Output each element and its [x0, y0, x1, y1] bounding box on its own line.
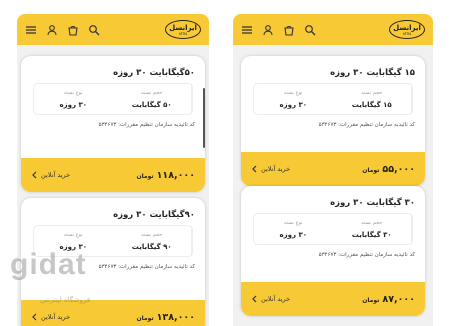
package-title: ۳۰ گیگابایت ۳۰ روزه — [330, 198, 415, 208]
package-volume-value: ۳۰ گیگابایت — [351, 230, 392, 239]
user-icon[interactable] — [262, 24, 274, 36]
irancell-logo[interactable]: ایرانسل MTN — [389, 20, 425, 39]
package-price: ۸۷,۰۰۰ تومان — [362, 294, 415, 305]
package-type-header: نوع بسته — [63, 231, 83, 238]
logo-text: ایرانسل — [169, 23, 197, 32]
card-footer: خرید آنلاین ۸۷,۰۰۰ تومان — [241, 282, 425, 316]
irancell-logo[interactable]: ایرانسل MTN — [165, 20, 201, 39]
card-footer: خرید آنلاین ۵۵,۰۰۰ تومان — [241, 152, 425, 186]
package-volume-header: حجم بسته — [361, 89, 383, 96]
package-type-value: ۳۰ روزه — [279, 100, 308, 109]
regulator-code: کد تائیدیه سازمان تنظیم مقررات: ۵۳۴۶۷۳ — [318, 252, 415, 258]
chevron-left-icon — [32, 171, 37, 179]
watermark-brand: gidat — [10, 248, 87, 281]
buy-online-button[interactable]: خرید آنلاین — [31, 171, 70, 179]
regulator-code: کد تائیدیه سازمان تنظیم مقررات: ۵۳۴۶۷۳ — [318, 122, 415, 128]
price-value: ۵۵,۰۰۰ — [382, 163, 415, 175]
price-unit: تومان — [136, 172, 154, 180]
price-value: ۸۷,۰۰۰ — [382, 293, 415, 305]
package-volume-value: ۵۰ گیگابایت — [131, 100, 172, 109]
scrollbar[interactable] — [203, 88, 205, 148]
basket-icon[interactable] — [283, 24, 295, 36]
right-phone-screen: ایرانسل MTN ۱۵ گیگابایت ۳۰ روزه نوع بسته… — [233, 14, 433, 326]
price-value: ۱۳۸,۰۰۰ — [156, 311, 195, 323]
watermark-tagline: فروشگاه اینترنتی — [40, 296, 91, 304]
topbar: ایرانسل MTN — [233, 14, 433, 45]
package-details: نوع بسته ۳۰ روزه حجم بسته ۵۰ گیگابایت — [33, 83, 193, 115]
chevron-left-icon — [32, 313, 37, 321]
search-icon[interactable] — [304, 24, 316, 36]
package-title: ۹۰گیگابایت ۳۰ روزه — [113, 210, 195, 220]
package-volume-header: حجم بسته — [141, 89, 163, 96]
regulator-code: کد تائیدیه سازمان تنظیم مقررات: ۵۳۴۶۷۳ — [98, 122, 195, 128]
menu-icon[interactable] — [241, 24, 253, 36]
menu-icon[interactable] — [25, 24, 37, 36]
package-title: ۵۰گیگابایت ۳۰ روزه — [113, 68, 195, 78]
package-details: نوع بسته ۳۰ روزه حجم بسته ۱۵ گیگابایت — [253, 83, 413, 115]
buy-online-button[interactable]: خرید آنلاین — [31, 313, 70, 321]
buy-online-label: خرید آنلاین — [261, 165, 291, 173]
price-value: ۱۱۸,۰۰۰ — [156, 169, 195, 181]
package-type-value: ۳۰ روزه — [59, 100, 88, 109]
buy-online-label: خرید آنلاین — [261, 295, 291, 303]
buy-online-label: خرید آنلاین — [41, 171, 71, 179]
user-icon[interactable] — [46, 24, 58, 36]
package-price: ۱۱۸,۰۰۰ تومان — [136, 170, 195, 181]
buy-online-button[interactable]: خرید آنلاین — [251, 165, 290, 173]
package-volume-header: حجم بسته — [141, 231, 163, 238]
chevron-left-icon — [252, 165, 257, 173]
basket-icon[interactable] — [67, 24, 79, 36]
package-card: ۱۵ گیگابایت ۳۰ روزه نوع بسته ۳۰ روزه حجم… — [241, 56, 425, 186]
package-card: ۵۰گیگابایت ۳۰ روزه نوع بسته ۳۰ روزه حجم … — [21, 56, 205, 192]
package-type-header: نوع بسته — [283, 89, 303, 96]
price-unit: تومان — [362, 166, 380, 174]
package-volume-header: حجم بسته — [361, 219, 383, 226]
card-footer: خرید آنلاین ۱۱۸,۰۰۰ تومان — [21, 158, 205, 192]
package-title: ۱۵ گیگابایت ۳۰ روزه — [330, 68, 415, 78]
package-type-value: ۳۰ روزه — [279, 230, 308, 239]
buy-online-label: خرید آنلاین — [41, 313, 71, 321]
package-type-header: نوع بسته — [63, 89, 83, 96]
topbar: ایرانسل MTN — [17, 14, 209, 45]
package-type-header: نوع بسته — [283, 219, 303, 226]
regulator-code: کد تائیدیه سازمان تنظیم مقررات: ۵۳۴۶۷۳ — [98, 264, 195, 270]
package-volume-value: ۱۵ گیگابایت — [351, 100, 392, 109]
chevron-left-icon — [252, 295, 257, 303]
logo-text: ایرانسل — [393, 23, 421, 32]
logo-sub: MTN — [403, 31, 411, 36]
package-details: نوع بسته ۳۰ روزه حجم بسته ۳۰ گیگابایت — [253, 213, 413, 245]
price-unit: تومان — [136, 314, 154, 322]
buy-online-button[interactable]: خرید آنلاین — [251, 295, 290, 303]
package-card: ۳۰ گیگابایت ۳۰ روزه نوع بسته ۳۰ روزه حجم… — [241, 186, 425, 316]
package-price: ۱۳۸,۰۰۰ تومان — [136, 312, 195, 323]
logo-sub: MTN — [179, 31, 187, 36]
package-volume-value: ۹۰ گیگابایت — [131, 242, 172, 251]
package-price: ۵۵,۰۰۰ تومان — [362, 164, 415, 175]
search-icon[interactable] — [88, 24, 100, 36]
gidat-watermark: gidat فروشگاه اینترنتی — [10, 248, 90, 304]
price-unit: تومان — [362, 296, 380, 304]
